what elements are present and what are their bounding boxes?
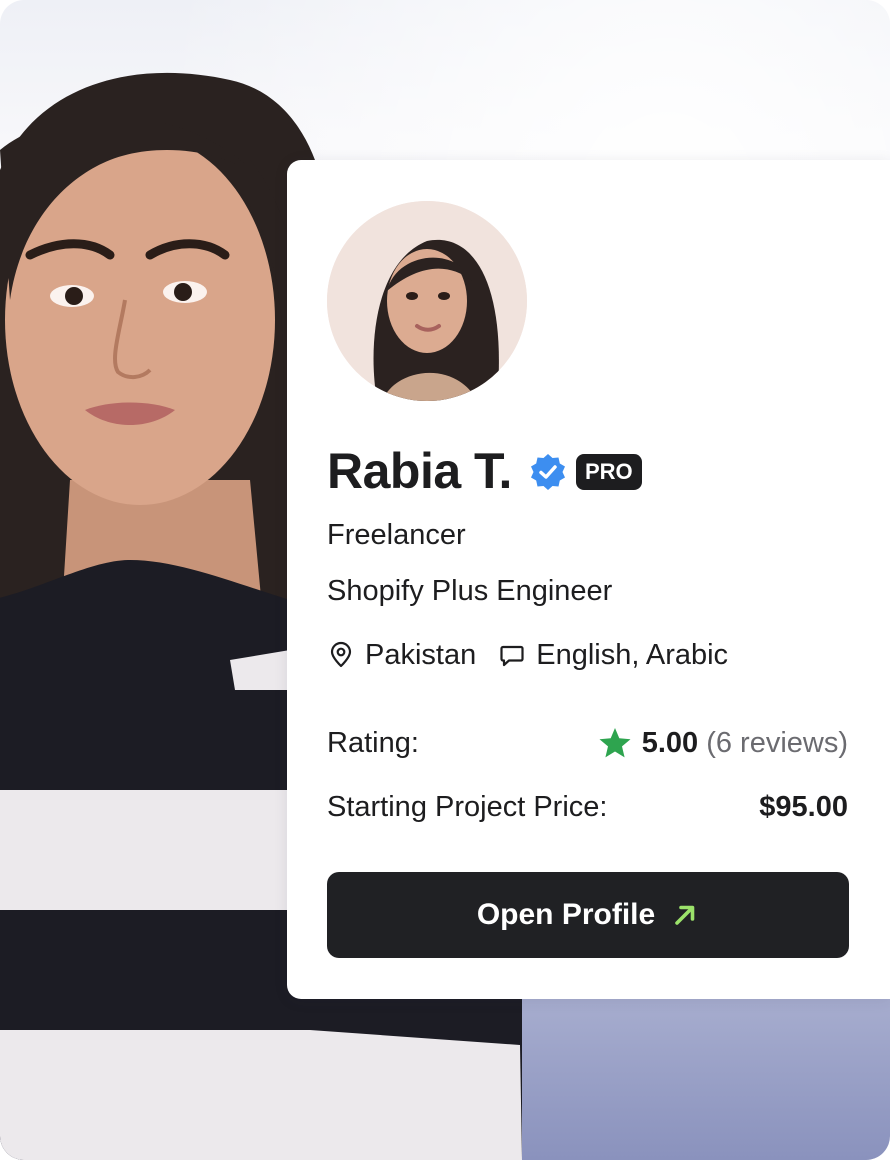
rating-row: Rating: 5.00 (6 reviews) xyxy=(327,725,848,761)
freelancer-role: Freelancer xyxy=(327,519,466,551)
freelancer-title: Shopify Plus Engineer xyxy=(327,575,613,607)
rating-label: Rating: xyxy=(327,727,419,759)
location-text: Pakistan xyxy=(365,639,477,671)
profile-preview-frame: Rabia T. PRO Freelancer Shopify Plus Eng… xyxy=(0,0,890,1160)
freelancer-meta: Pakistan English, Arabic xyxy=(327,637,728,673)
open-profile-button[interactable]: Open Profile xyxy=(327,872,849,958)
rating-score: 5.00 xyxy=(641,727,699,759)
freelancer-card: Rabia T. PRO Freelancer Shopify Plus Eng… xyxy=(287,160,890,999)
review-count: (6 reviews) xyxy=(706,727,848,759)
chat-bubble-icon xyxy=(500,645,524,667)
freelancer-name: Rabia T. xyxy=(327,443,512,499)
price-value: $95.00 xyxy=(759,791,848,823)
location-pin-icon xyxy=(330,641,352,668)
price-row: Starting Project Price: $95.00 xyxy=(327,789,848,825)
languages-text: English, Arabic xyxy=(536,639,729,671)
name-row: Rabia T. PRO xyxy=(327,440,642,502)
verified-badge-icon xyxy=(530,454,565,490)
star-icon xyxy=(599,728,631,758)
pro-badge: PRO xyxy=(575,454,642,490)
open-profile-label: Open Profile xyxy=(476,898,656,931)
arrow-up-right-icon xyxy=(675,905,695,925)
rating-value-group: 5.00 (6 reviews) xyxy=(598,725,848,761)
price-label: Starting Project Price: xyxy=(327,791,608,823)
avatar[interactable] xyxy=(327,201,527,401)
